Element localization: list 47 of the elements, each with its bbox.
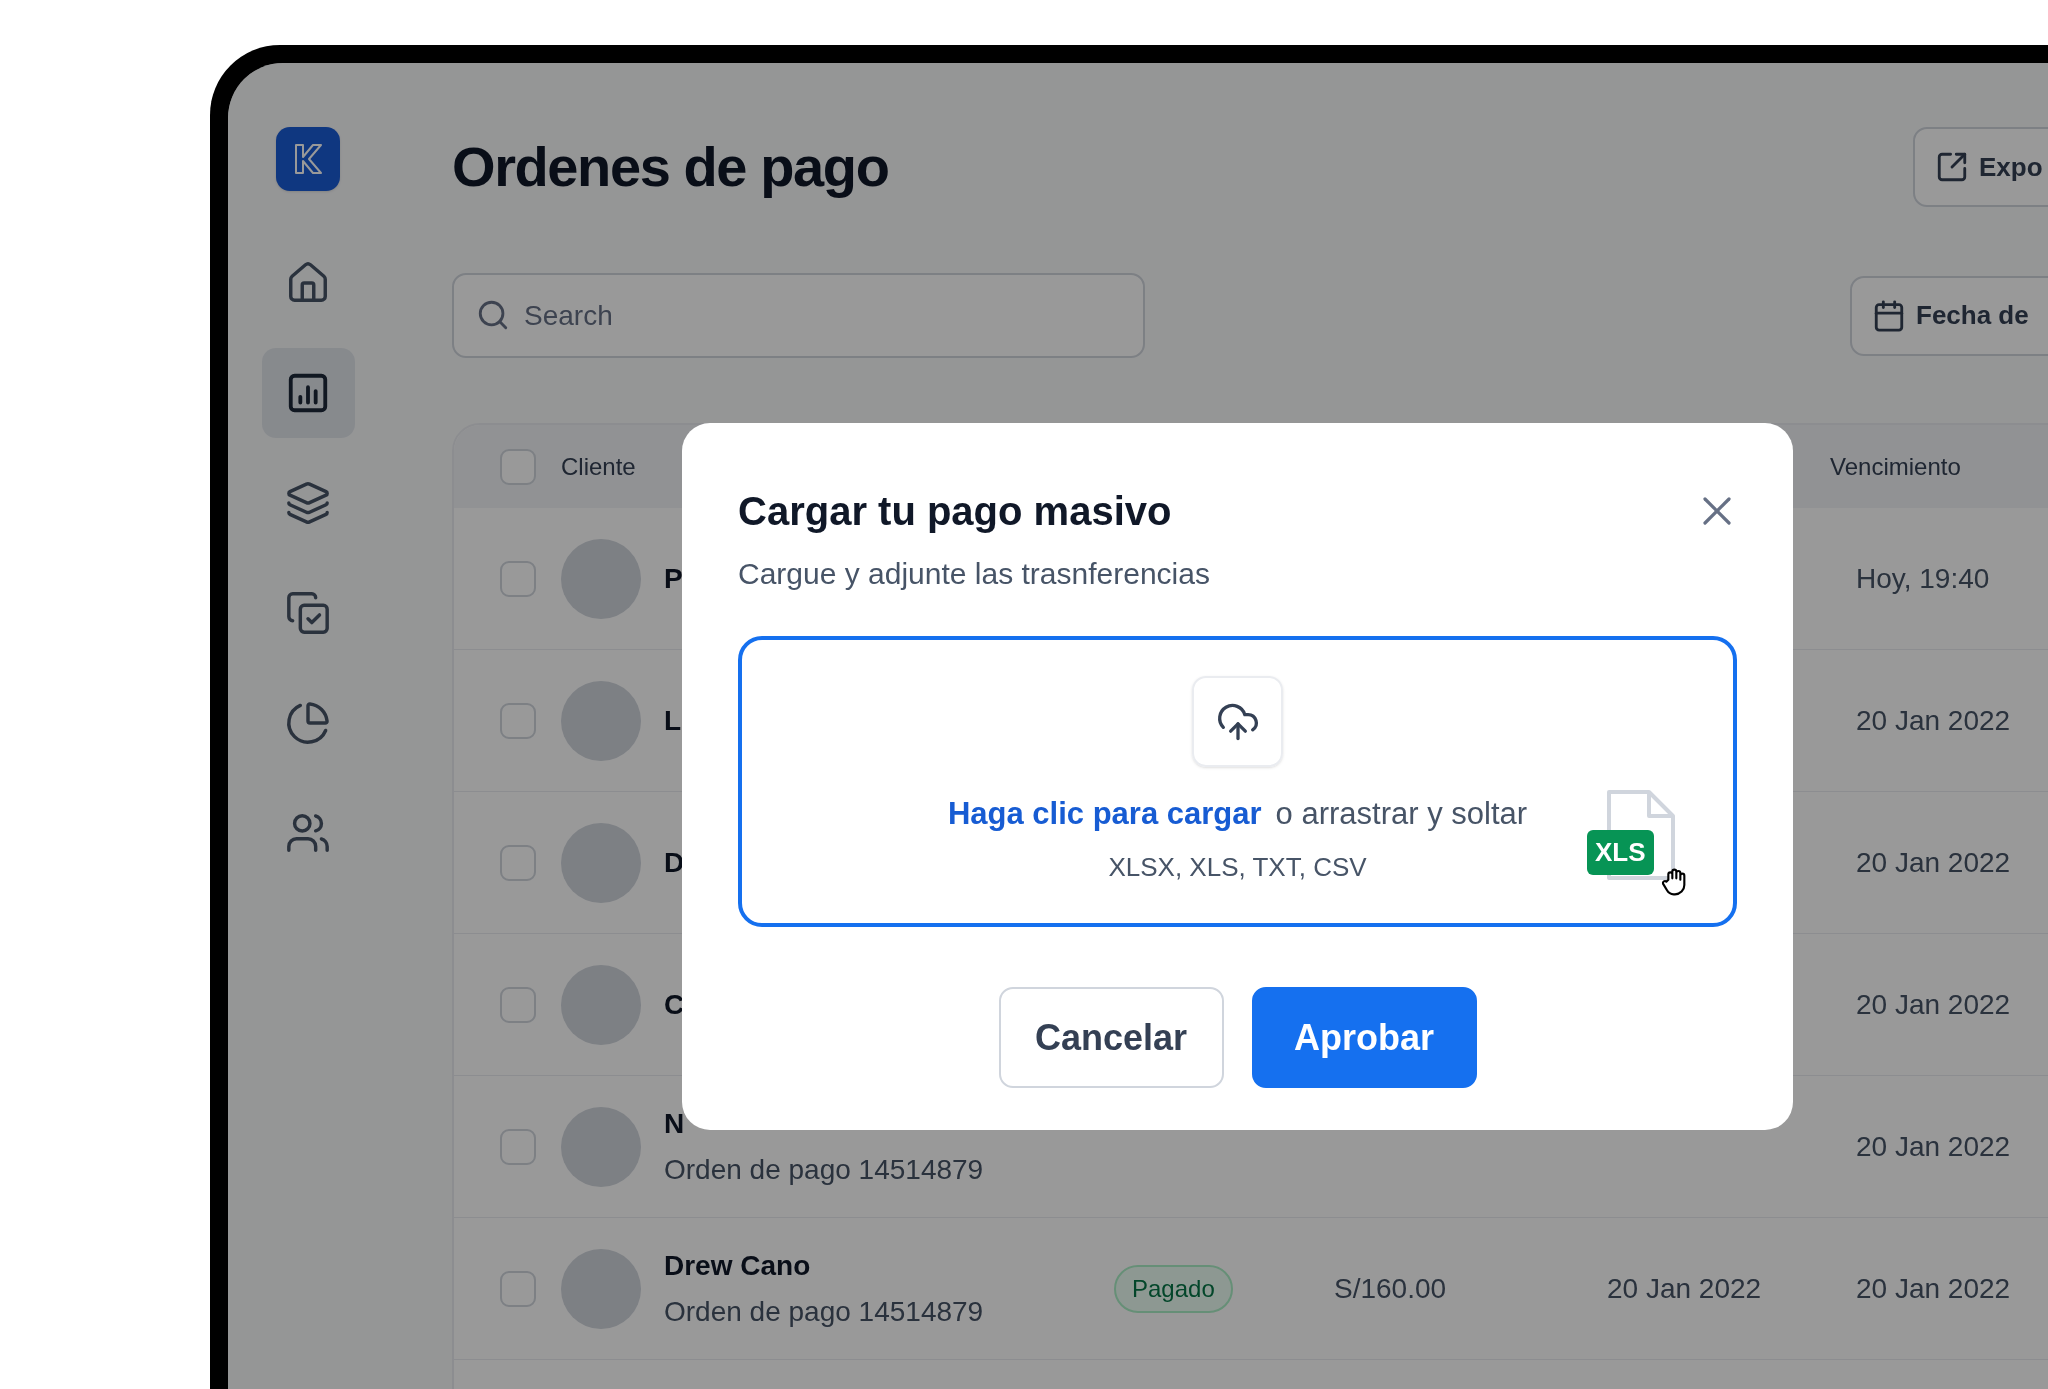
client-name: N <box>664 1106 685 1141</box>
date-filter-button[interactable]: Fecha de <box>1850 275 2048 356</box>
checkbox[interactable] <box>500 702 536 739</box>
approve-button[interactable]: Aprobar <box>1251 987 1477 1088</box>
column-header: Vencimiento <box>1830 451 1961 482</box>
checkbox[interactable] <box>500 560 536 597</box>
external-link-icon <box>1935 150 1969 184</box>
layers-icon <box>285 480 331 526</box>
app-logo <box>276 127 340 191</box>
due-date: 20 Jan 2022 <box>1856 1271 2011 1306</box>
file-type-badge: XLS <box>1587 830 1654 875</box>
search-icon <box>476 298 510 332</box>
export-button[interactable]: Expo <box>1913 127 2048 207</box>
client-name: P <box>664 561 683 596</box>
dialog-title: Cargar tu pago masivo <box>738 488 1172 535</box>
calendar-icon <box>1872 298 1906 333</box>
order-number: Orden de pago 14514879 <box>664 1152 984 1187</box>
due-date: 20 Jan 2022 <box>1856 845 2011 880</box>
upload-link[interactable]: Haga clic para cargar <box>947 791 1262 838</box>
checklist-icon <box>285 590 331 636</box>
search-field[interactable]: Search <box>452 273 1145 358</box>
checkbox[interactable] <box>500 986 536 1023</box>
pie-chart-icon <box>285 700 331 746</box>
file-formats: XLSX, XLS, TXT, CSV <box>1108 850 1367 884</box>
client-name: D <box>664 845 685 880</box>
file-dropzone[interactable]: Haga clic para cargar o arrastrar y soltar XLSX, XLS, TXT, CSV XLS <box>738 636 1737 927</box>
client-name: L <box>664 703 682 738</box>
client-name: Drew Cano <box>664 1248 811 1283</box>
cancel-button[interactable]: Cancelar <box>998 987 1224 1088</box>
status-badge: Pagado <box>1114 1264 1233 1313</box>
drop-hint: o arrastrar y soltar <box>1275 795 1528 834</box>
date: 20 Jan 2022 <box>1607 1272 1762 1304</box>
checkbox[interactable] <box>500 1128 536 1165</box>
due-date: 20 Jan 2022 <box>1856 987 2011 1022</box>
column-header: Cliente <box>561 451 637 482</box>
dialog-subtitle: Cargue y adjunte las trasnferencias <box>738 556 1211 592</box>
checkbox[interactable] <box>500 448 536 485</box>
order-number: Orden de pago 14514879 <box>664 1294 984 1329</box>
checkbox[interactable] <box>500 844 536 881</box>
due-date: 20 Jan 2022 <box>1856 1129 2011 1164</box>
sidebar-item[interactable] <box>261 348 355 438</box>
client-name: C <box>664 987 685 1022</box>
checkbox[interactable] <box>500 1270 536 1307</box>
page-title: Ordenes de pago <box>452 134 889 200</box>
amount: S/160.00 <box>1334 1272 1447 1304</box>
due-date: Hoy, 19:40 <box>1856 561 1990 596</box>
due-date: 20 Jan 2022 <box>1856 703 2011 738</box>
